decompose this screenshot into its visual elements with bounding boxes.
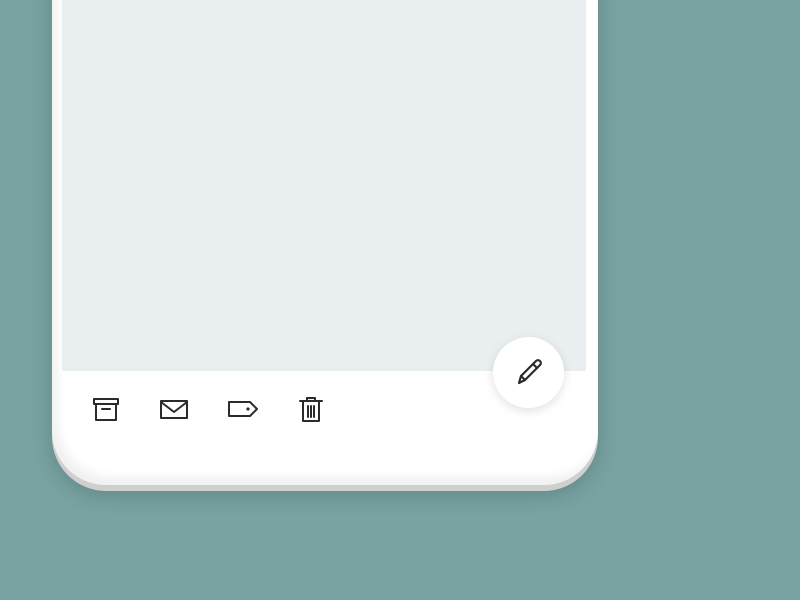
label-tag-icon (228, 401, 258, 417)
mail-icon (160, 400, 188, 419)
trash-icon (299, 397, 323, 422)
compose-button[interactable] (493, 337, 564, 408)
message-content-area (62, 0, 586, 371)
delete-button[interactable] (295, 393, 327, 425)
archive-button[interactable] (90, 393, 122, 425)
pencil-icon (517, 358, 542, 384)
mark-unread-button[interactable] (158, 393, 190, 425)
label-button[interactable] (227, 393, 259, 425)
archive-icon (93, 398, 119, 421)
